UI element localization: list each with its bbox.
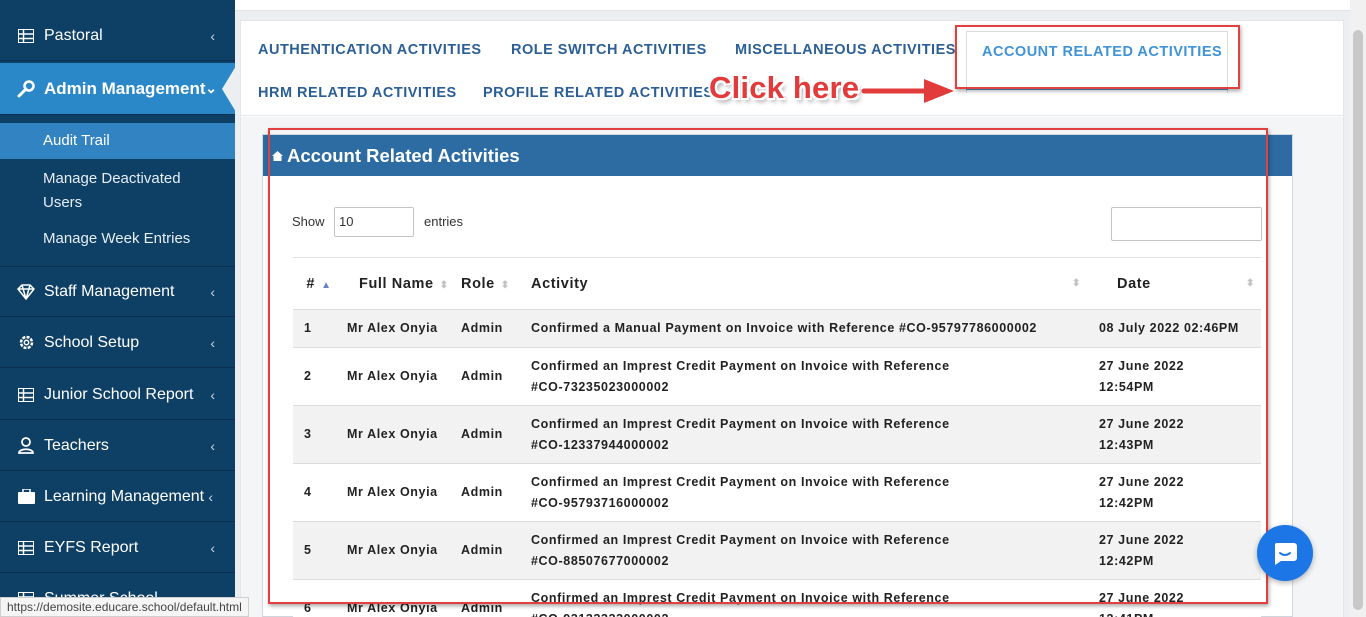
submenu-item-audit-trail[interactable]: Audit Trail bbox=[0, 123, 235, 159]
chevron-left-icon: ‹ bbox=[210, 334, 215, 351]
active-pointer bbox=[222, 66, 236, 112]
tab-authentication-activities[interactable]: AUTHENTICATION ACTIVITIES bbox=[258, 42, 482, 58]
sidebar: Pastoral ‹ Admin Management ⌄ Audit Trai… bbox=[0, 0, 235, 617]
scrollbar-thumb[interactable] bbox=[1353, 30, 1363, 610]
sidebar-item-eyfs-report[interactable]: EYFS Report ‹ bbox=[0, 523, 235, 573]
chevron-left-icon: ‹ bbox=[210, 386, 215, 403]
chevron-down-icon: ⌄ bbox=[205, 80, 217, 96]
status-bar-url: https://demosite.educare.school/default.… bbox=[0, 597, 249, 617]
chevron-left-icon: ‹ bbox=[210, 283, 215, 300]
grid-icon bbox=[16, 28, 36, 43]
sidebar-item-label: Junior School Report bbox=[44, 385, 194, 403]
annotation-content-highlight bbox=[268, 128, 1268, 604]
gear-icon bbox=[16, 334, 36, 351]
admin-submenu: Audit Trail Manage Deactivated Users Man… bbox=[0, 123, 235, 267]
chevron-left-icon: ‹ bbox=[210, 539, 215, 556]
sidebar-item-label: EYFS Report bbox=[44, 538, 139, 556]
briefcase-icon bbox=[16, 489, 36, 504]
annotation-tab-highlight bbox=[955, 25, 1240, 89]
wrench-icon bbox=[16, 79, 36, 98]
sidebar-item-school-setup[interactable]: School Setup ‹ bbox=[0, 318, 235, 368]
grid-icon bbox=[16, 387, 36, 402]
sidebar-item-label: Staff Management bbox=[44, 282, 175, 300]
sidebar-item-label: School Setup bbox=[44, 333, 140, 351]
submenu-item-manage-week-entries[interactable]: Manage Week Entries bbox=[0, 227, 235, 251]
sidebar-item-label: Pastoral bbox=[44, 26, 103, 44]
chevron-left-icon: ‹ bbox=[210, 27, 215, 44]
sidebar-item-label: Teachers bbox=[44, 436, 109, 454]
annotation-click-here: Click here bbox=[709, 70, 860, 105]
grid-icon bbox=[16, 540, 36, 555]
user-icon bbox=[16, 437, 36, 454]
sidebar-item-junior-school-report[interactable]: Junior School Report ‹ bbox=[0, 370, 235, 420]
sidebar-item-teachers[interactable]: Teachers ‹ bbox=[0, 421, 235, 471]
tab-hrm-related-activities[interactable]: HRM RELATED ACTIVITIES bbox=[258, 85, 457, 101]
tab-profile-related-activities[interactable]: PROFILE RELATED ACTIVITIES bbox=[483, 85, 714, 101]
chat-bubble-icon bbox=[1274, 543, 1297, 565]
chevron-left-icon: ‹ bbox=[210, 437, 215, 454]
sidebar-item-pastoral[interactable]: Pastoral ‹ bbox=[0, 11, 235, 61]
diamond-icon bbox=[16, 283, 36, 300]
sidebar-item-admin-management[interactable]: Admin Management ⌄ bbox=[0, 63, 235, 115]
sidebar-item-learning-management[interactable]: Learning Management ‹ bbox=[0, 472, 235, 522]
tab-miscellaneous-activities[interactable]: MISCELLANEOUS ACTIVITIES bbox=[735, 42, 956, 58]
sidebar-item-label: Admin Management bbox=[44, 78, 206, 98]
top-bar bbox=[235, 0, 1366, 11]
tab-role-switch-activities[interactable]: ROLE SWITCH ACTIVITIES bbox=[511, 42, 707, 58]
chevron-left-icon: ‹ bbox=[208, 488, 213, 505]
page-scrollbar[interactable] bbox=[1350, 0, 1366, 617]
submenu-item-manage-deactivated-users[interactable]: Manage Deactivated Users bbox=[0, 167, 200, 215]
annotation-arrow-icon bbox=[861, 79, 954, 103]
chat-button[interactable] bbox=[1257, 525, 1313, 581]
sidebar-item-staff-management[interactable]: Staff Management ‹ bbox=[0, 267, 235, 317]
sidebar-item-label: Learning Management bbox=[44, 487, 205, 505]
